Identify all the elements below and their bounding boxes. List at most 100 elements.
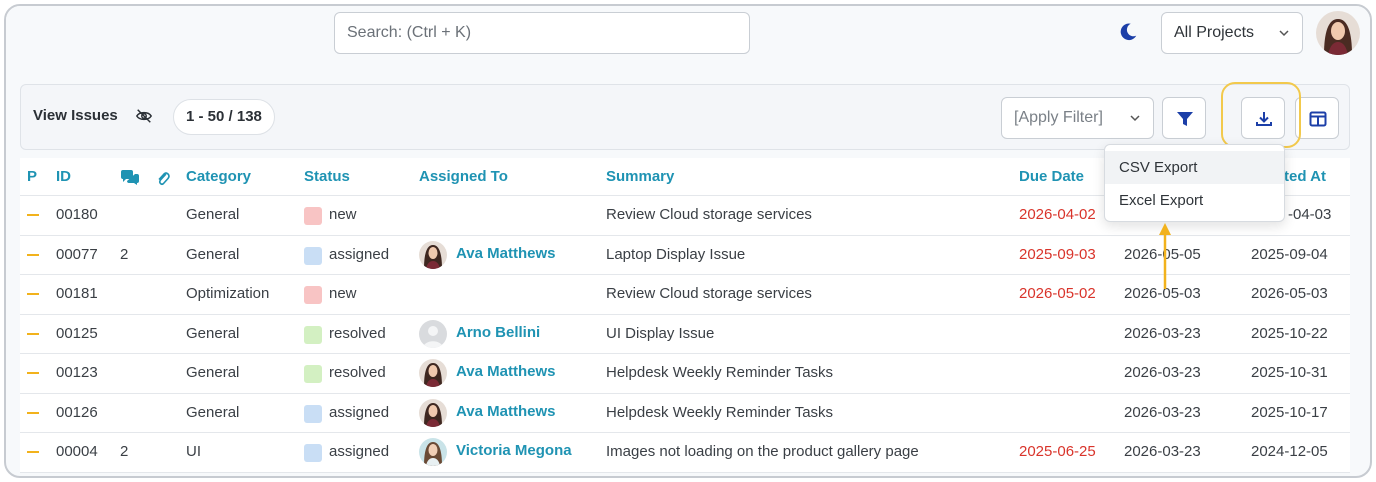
due-date-cell: 2026-05-02 (1019, 285, 1096, 302)
issue-id-link[interactable]: 00125 (56, 325, 98, 342)
priority-normal-icon (27, 214, 39, 216)
top-bar: Search: (Ctrl + K) All Projects (6, 6, 1370, 64)
status-cell: assigned (329, 443, 390, 460)
updated-date-cell: -04-03 (1288, 206, 1332, 223)
priority-normal-icon (27, 332, 39, 335)
moon-icon[interactable] (1117, 21, 1139, 43)
col-assigned-to[interactable]: Assigned To (419, 168, 508, 185)
search-input[interactable]: Search: (Ctrl + K) (334, 12, 750, 54)
table-row[interactable]: 00004 2 UI assigned Victoria Megona Images no… (20, 433, 1350, 473)
status-cell: assigned (329, 245, 390, 263)
eye-off-icon[interactable] (135, 107, 153, 125)
issues-toolbar: View Issues 1 - 50 / 138 [Apply Filter] (20, 84, 1350, 150)
created-date-cell: 2026-03-23 (1124, 443, 1201, 460)
updated-date-cell: 2026-05-03 (1251, 285, 1328, 302)
chevron-down-icon (1130, 115, 1140, 122)
col-status[interactable]: Status (304, 168, 350, 185)
columns-button[interactable] (1295, 97, 1339, 139)
summary-cell[interactable]: Helpdesk Weekly Reminder Tasks (606, 404, 833, 421)
assignee-avatar (419, 240, 447, 269)
issue-id-link[interactable]: 00181 (56, 285, 98, 302)
priority-normal-icon (27, 372, 39, 374)
category-cell: General (186, 324, 240, 342)
priority-normal-icon (27, 411, 39, 414)
summary-cell[interactable]: Helpdesk Weekly Reminder Tasks (606, 364, 833, 381)
assignee-avatar (419, 398, 447, 427)
table-row[interactable]: 00123 General resolved Ava Matthews Helpdesk… (20, 354, 1350, 394)
col-id[interactable]: ID (56, 168, 71, 185)
created-date-cell: 2026-03-23 (1124, 403, 1201, 421)
notes-count: 2 (120, 245, 129, 263)
issue-id-link[interactable]: 00180 (56, 206, 98, 223)
issue-id-link[interactable]: 00077 (56, 246, 98, 263)
category-cell: General (186, 245, 240, 263)
status-color-swatch (304, 207, 322, 225)
csv-export-item[interactable]: CSV Export (1105, 151, 1284, 184)
summary-cell[interactable]: Images not loading on the product galler… (606, 443, 919, 460)
assignee-name-link[interactable]: Victoria Megona (456, 442, 572, 459)
filter-button[interactable] (1162, 97, 1206, 139)
assignee-avatar (419, 359, 447, 387)
category-cell: General (186, 364, 240, 381)
priority-normal-icon (27, 451, 39, 453)
table-row[interactable]: 00077 2 General assigned Ava Matthews Laptop … (20, 235, 1350, 275)
summary-cell[interactable]: Laptop Display Issue (606, 246, 745, 263)
table-body: 00180 General new Review Cloud storage serv… (20, 196, 1350, 473)
filter-icon (1177, 112, 1193, 126)
issue-id-link[interactable]: 00123 (56, 364, 98, 381)
issue-count-badge: 1 - 50 / 138 (173, 99, 275, 135)
updated-date-cell: 2025-10-31 (1251, 364, 1328, 381)
assignee-avatar (419, 438, 447, 466)
col-updated-at[interactable]: ted At (1284, 168, 1326, 185)
columns-icon (1309, 111, 1327, 127)
summary-cell[interactable]: UI Display Issue (606, 325, 714, 342)
table-row[interactable]: 00125 General resolved Arno Bellini UI Displ… (20, 314, 1350, 354)
table-row[interactable]: 00126 General assigned Ava Matthews Helpdesk… (20, 393, 1350, 433)
assignee-avatar (419, 319, 447, 348)
due-date-cell: 2025-09-03 (1019, 245, 1096, 263)
chevron-down-icon (1279, 30, 1289, 37)
assignee-name-link[interactable]: Arno Bellini (456, 324, 540, 341)
status-color-swatch (304, 404, 322, 423)
status-color-swatch (304, 286, 322, 304)
project-select-label: All Projects (1174, 24, 1255, 41)
status-cell: resolved (329, 364, 386, 381)
summary-cell[interactable]: Review Cloud storage services (606, 285, 812, 302)
annotation-arrow-icon (1159, 223, 1171, 289)
category-cell: General (186, 206, 240, 223)
col-priority[interactable]: P (27, 168, 37, 185)
col-due-date[interactable]: Due Date (1019, 168, 1084, 185)
issue-id-link[interactable]: 00126 (56, 404, 98, 421)
assignee-name-link[interactable]: Ava Matthews (456, 245, 555, 262)
updated-date-cell: 2025-10-17 (1251, 403, 1328, 421)
assignee-name-link[interactable]: Ava Matthews (456, 403, 555, 420)
status-color-swatch (304, 246, 322, 265)
status-color-swatch (304, 365, 322, 383)
due-date-cell: 2026-04-02 (1019, 206, 1096, 223)
app-frame: Search: (Ctrl + K) All Projects View Iss… (4, 4, 1372, 478)
project-select[interactable]: All Projects (1161, 12, 1303, 54)
excel-export-item[interactable]: Excel Export (1105, 184, 1284, 217)
paperclip-icon[interactable] (156, 169, 170, 187)
updated-date-cell: 2024-12-05 (1251, 443, 1328, 460)
status-cell: new (329, 206, 357, 223)
summary-cell[interactable]: Review Cloud storage services (606, 206, 812, 223)
user-avatar[interactable] (1316, 11, 1360, 55)
priority-normal-icon (27, 253, 39, 256)
page-title: View Issues (33, 107, 118, 124)
col-summary[interactable]: Summary (606, 168, 674, 185)
assignee-name-link[interactable]: Ava Matthews (456, 363, 555, 380)
status-color-swatch (304, 444, 322, 462)
col-category[interactable]: Category (186, 168, 251, 185)
issue-id-link[interactable]: 00004 (56, 443, 98, 460)
comments-icon[interactable] (120, 170, 140, 186)
created-date-cell: 2026-03-23 (1124, 364, 1201, 381)
priority-normal-icon (27, 293, 39, 295)
status-color-swatch (304, 325, 322, 344)
export-highlight-ring (1221, 82, 1301, 148)
created-date-cell: 2026-03-23 (1124, 324, 1201, 342)
apply-filter-select[interactable]: [Apply Filter] (1001, 97, 1154, 139)
updated-date-cell: 2025-10-22 (1251, 324, 1328, 342)
category-cell: General (186, 403, 240, 421)
table-row[interactable]: 00181 Optimization new Review Cloud storage… (20, 275, 1350, 315)
